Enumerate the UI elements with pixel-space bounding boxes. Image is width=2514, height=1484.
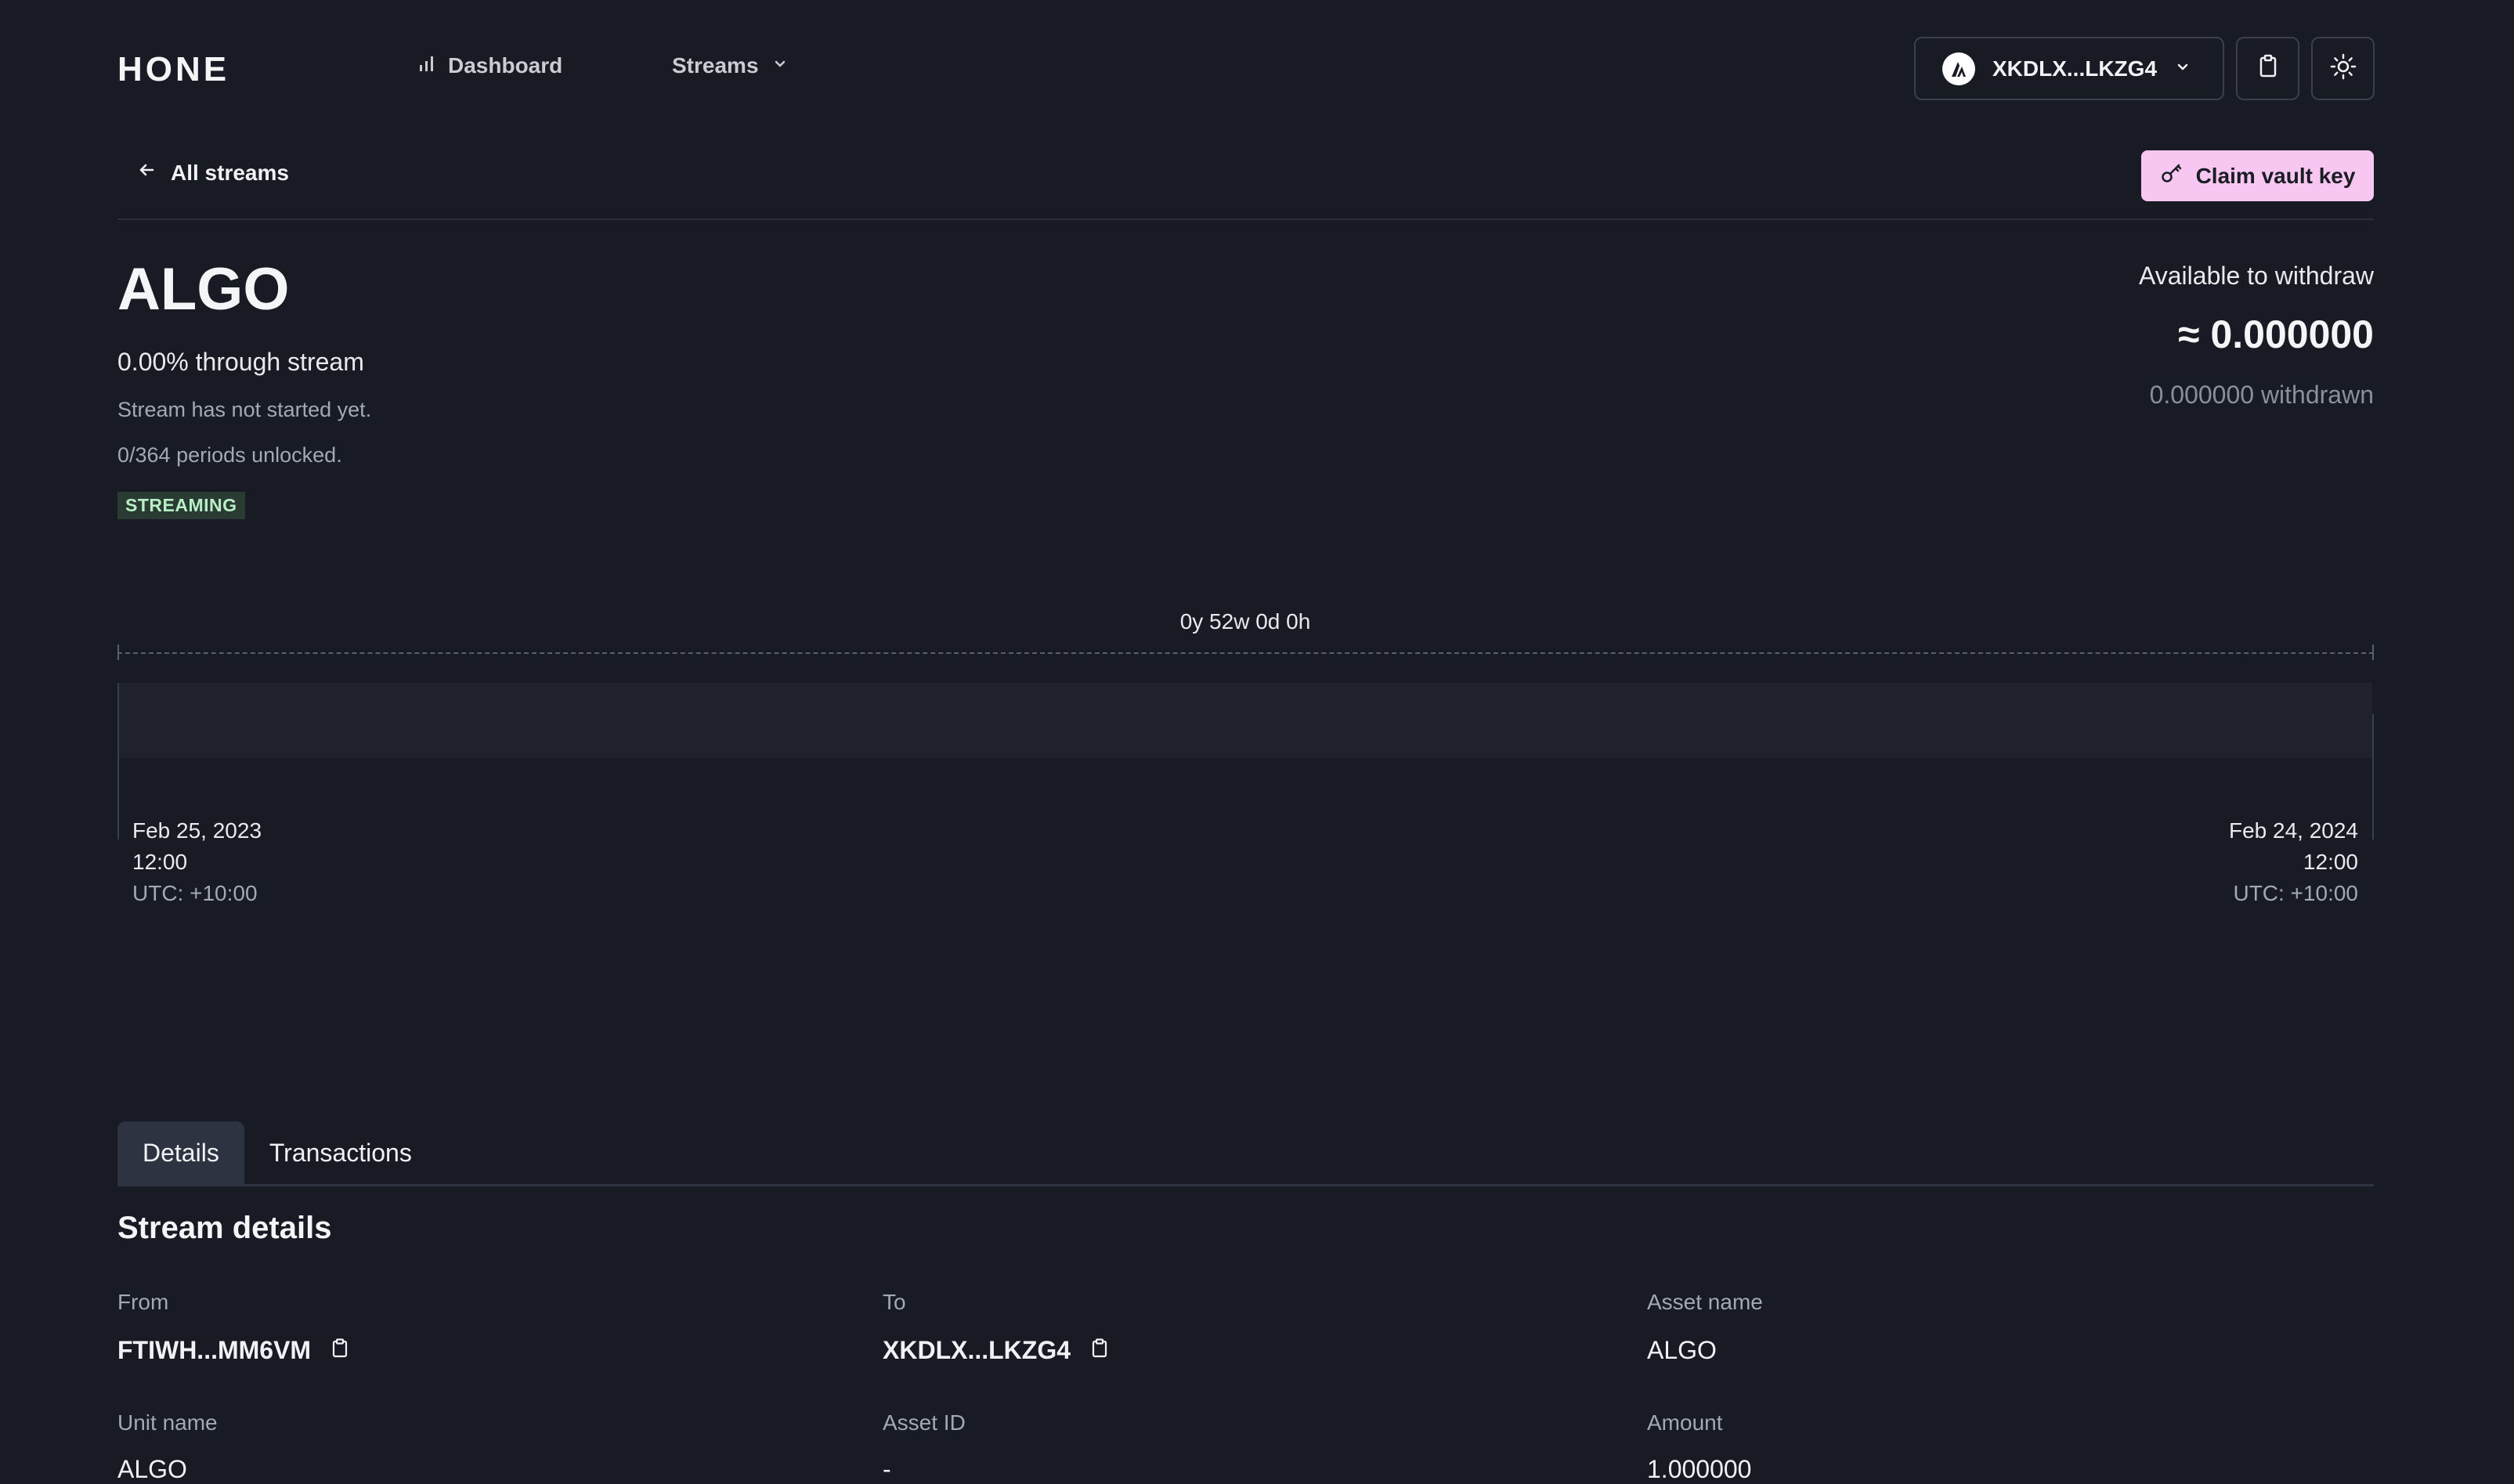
from-label: From [117, 1290, 169, 1314]
stream-duration: 0y 52w 0d 0h [1179, 609, 1311, 634]
available-to-withdraw-label: Available to withdraw [2138, 262, 2374, 290]
nav-dashboard[interactable]: Dashboard [418, 53, 562, 78]
timeline-start-tick [117, 645, 119, 660]
chevron-down-icon [771, 53, 789, 78]
page-title: ALGO [117, 256, 290, 323]
timeline-end: Feb 24, 2024 12:00 UTC: +10:00 [2229, 815, 2358, 909]
wallet-button[interactable]: XKDLX...LKZG4 [1914, 37, 2224, 100]
timeline-end-marker [2372, 714, 2374, 839]
to-label: To [883, 1290, 906, 1314]
algorand-icon [1942, 52, 1975, 85]
from-address: FTIWH...MM6VM [117, 1336, 312, 1364]
copy-icon[interactable] [331, 1336, 349, 1365]
stream-progress-text: 0.00% through stream [117, 348, 364, 376]
start-timezone: UTC: +10:00 [132, 881, 258, 905]
timeline-start-marker [117, 683, 119, 839]
end-date: Feb 24, 2024 [2228, 818, 2358, 843]
detail-tabs: Details Transactions [117, 1121, 437, 1184]
end-time: 12:00 [2303, 850, 2358, 874]
from-value: FTIWH...MM6VM [117, 1336, 349, 1365]
stream-progress-track [119, 683, 2372, 758]
claim-vault-key-button[interactable]: Claim vault key [2141, 150, 2374, 201]
wallet-address: XKDLX...LKZG4 [1992, 56, 2158, 81]
tab-transactions[interactable]: Transactions [244, 1121, 437, 1184]
asset-id-value: - [883, 1455, 891, 1483]
clipboard-button[interactable] [2236, 37, 2299, 100]
nav-streams-label: Streams [672, 53, 759, 78]
clipboard-icon [2257, 54, 2279, 83]
to-address: XKDLX...LKZG4 [883, 1336, 1071, 1364]
logo[interactable]: HONE [117, 50, 229, 89]
start-time: 12:00 [132, 850, 188, 874]
start-date: Feb 25, 2023 [132, 818, 262, 843]
sun-icon [2330, 53, 2357, 84]
asset-id-label: Asset ID [883, 1410, 966, 1435]
amount-label: Amount [1647, 1410, 1723, 1435]
bar-chart-icon [418, 53, 435, 78]
unit-name-value: ALGO [117, 1455, 187, 1483]
all-streams-label: All streams [171, 160, 289, 185]
to-value: XKDLX...LKZG4 [883, 1336, 1108, 1365]
copy-icon[interactable] [1091, 1336, 1108, 1365]
timeline-end-tick [2372, 645, 2374, 660]
chevron-down-icon [2174, 56, 2191, 81]
stream-details-title: Stream details [117, 1211, 332, 1245]
tabs-divider [117, 1184, 2374, 1186]
status-badge: STREAMING [117, 492, 245, 519]
timeline-duration-line [117, 652, 2374, 654]
key-icon [2160, 161, 2183, 190]
timeline-start: Feb 25, 2023 12:00 UTC: +10:00 [132, 815, 262, 909]
asset-name-value: ALGO [1647, 1336, 1717, 1364]
all-streams-link[interactable]: All streams [136, 160, 289, 186]
arrow-left-icon [136, 160, 157, 186]
end-timezone: UTC: +10:00 [2233, 881, 2358, 905]
periods-unlocked-text: 0/364 periods unlocked. [117, 443, 342, 467]
nav-dashboard-label: Dashboard [448, 53, 563, 78]
available-amount: ≈ 0.000000 [2178, 312, 2374, 356]
theme-toggle-button[interactable] [2311, 37, 2375, 100]
claim-vault-key-label: Claim vault key [2195, 163, 2356, 188]
stream-status-text: Stream has not started yet. [117, 398, 372, 421]
asset-name-label: Asset name [1647, 1290, 1763, 1314]
tab-details[interactable]: Details [117, 1121, 244, 1184]
amount-value: 1.000000 [1647, 1455, 1752, 1483]
unit-name-label: Unit name [117, 1410, 218, 1435]
header-divider [117, 218, 2374, 220]
nav-streams[interactable]: Streams [672, 53, 789, 78]
withdrawn-amount: 0.000000 withdrawn [2149, 381, 2374, 409]
